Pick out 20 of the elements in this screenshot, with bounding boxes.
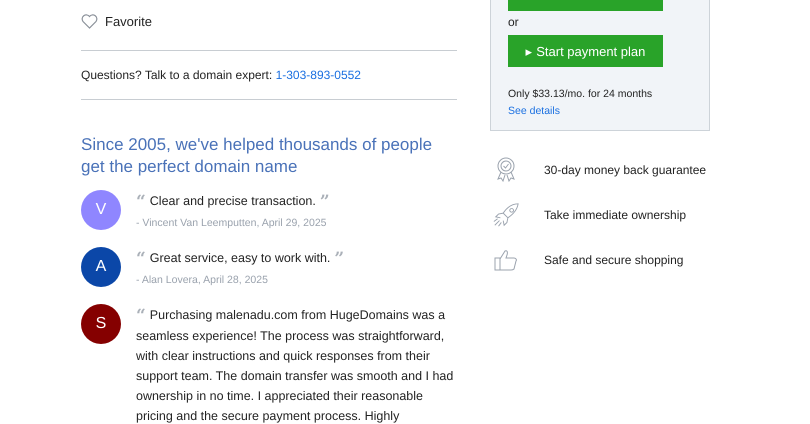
review-author: - Alan Lovera, April 28, 2025 [136, 274, 269, 286]
avatar: V [81, 190, 121, 230]
payment-plan-button[interactable]: ▸ Start payment plan [508, 35, 663, 67]
feature-text: 30-day money back guarantee [544, 163, 706, 177]
section-heading: Since 2005, we've helped thousands of people get the perfect domain name [81, 134, 434, 178]
review-author: - Vincent Van Leemputten, April 29, 2025 [136, 217, 328, 229]
feature-text: Take immediate ownership [544, 208, 686, 222]
or-text: or [508, 14, 520, 30]
buy-button[interactable] [508, 0, 663, 11]
contact-text: Questions? Talk to a domain expert: 1-303-893-0552 [81, 50, 457, 100]
phone-link[interactable]: 1-303-893-0552 [276, 68, 361, 82]
favorite-button[interactable]: Favorite [81, 14, 152, 29]
plan-note: Only $33.13/mo. for 24 months [508, 88, 654, 100]
heart-icon [81, 14, 98, 29]
see-details-link[interactable]: See details [508, 105, 560, 117]
feature-text: Safe and secure shopping [544, 253, 684, 267]
thumbs-up-icon [493, 248, 519, 272]
avatar: S [81, 304, 121, 344]
avatar: A [81, 247, 121, 287]
rocket-icon [492, 201, 520, 229]
